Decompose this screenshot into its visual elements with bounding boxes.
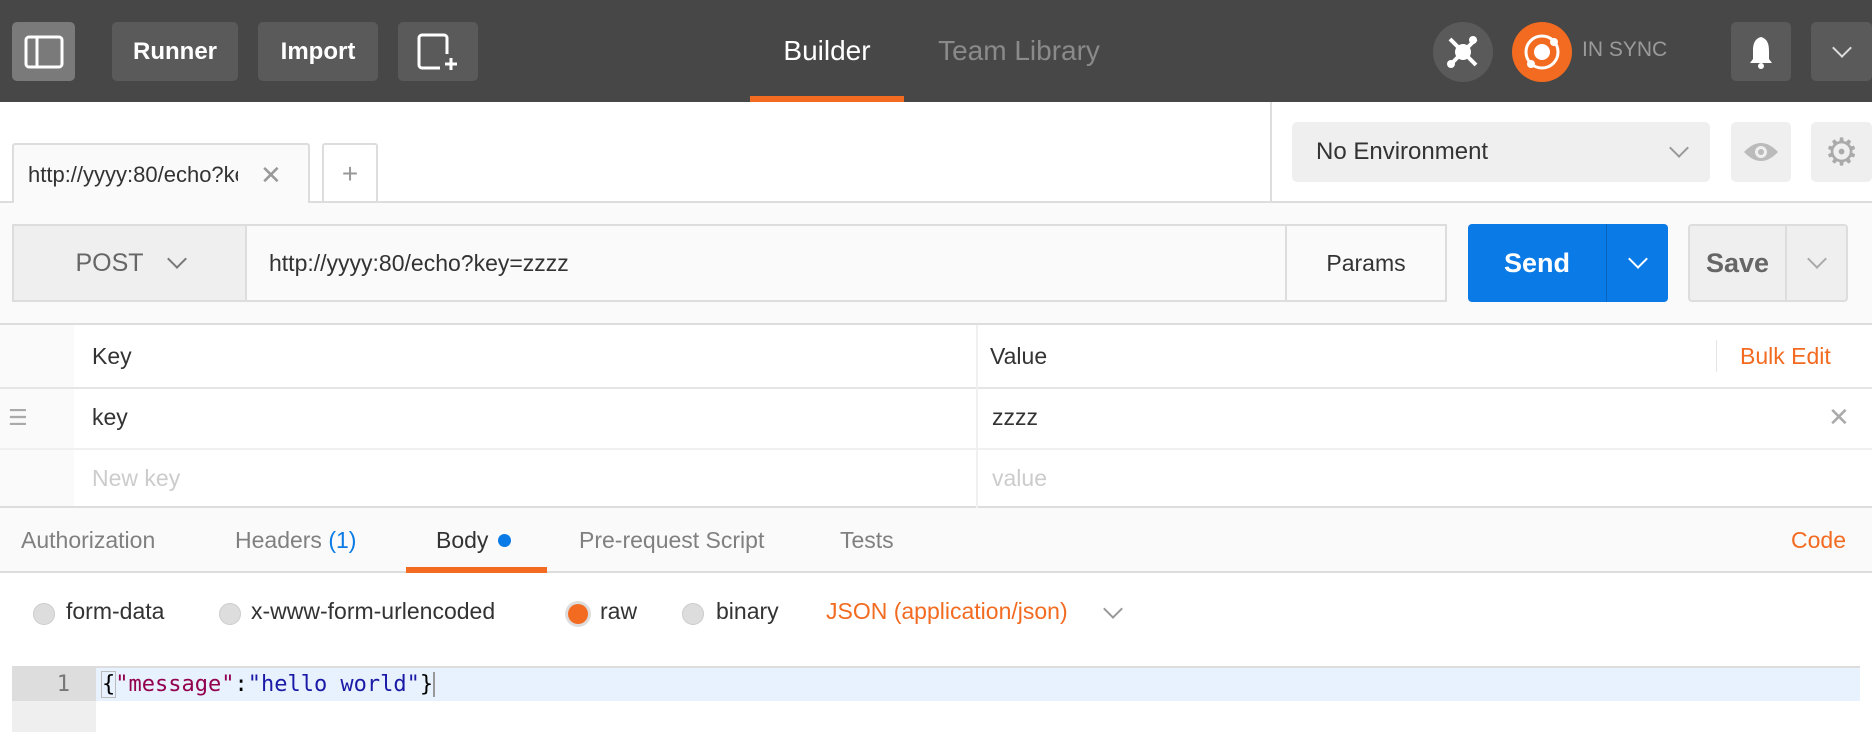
open-brace: {	[100, 671, 117, 698]
environment-quick-look-button[interactable]	[1731, 122, 1791, 182]
radio-urlencoded[interactable]	[219, 603, 241, 625]
url-input[interactable]: http://yyyy:80/echo?key=zzzz	[247, 226, 1287, 300]
tab-headers-label: Headers	[235, 527, 322, 553]
tab-authorization[interactable]: Authorization	[21, 508, 155, 573]
new-window-icon	[417, 33, 457, 70]
top-toolbar: Runner Import Builder Team Library IN SY…	[0, 0, 1872, 102]
body-editor[interactable]: 1 {"message":"hello world"}	[12, 666, 1860, 732]
divider	[0, 387, 1872, 389]
request-bar: POST http://yyyy:80/echo?key=zzzz Params…	[0, 203, 1872, 325]
params-button[interactable]: Params	[1287, 226, 1445, 300]
new-key-input[interactable]: New key	[92, 448, 180, 508]
code-link[interactable]: Code	[1791, 508, 1846, 573]
radio-binary[interactable]	[682, 603, 704, 625]
save-button-group: Save	[1688, 224, 1848, 302]
chevron-down-icon	[1669, 138, 1689, 158]
send-button[interactable]: Send	[1468, 224, 1607, 302]
runner-button[interactable]: Runner	[112, 22, 238, 81]
tab-tests[interactable]: Tests	[840, 508, 894, 573]
chevron-down-icon	[1831, 37, 1852, 58]
line-number: 1	[12, 668, 96, 701]
active-tab-indicator	[406, 567, 547, 573]
json-key: "message"	[115, 672, 235, 697]
interceptor-button[interactable]	[1433, 22, 1493, 82]
radio-raw-label[interactable]: raw	[600, 598, 637, 625]
satellite-icon	[1447, 36, 1478, 68]
sidebar-icon	[24, 35, 63, 68]
radio-form-data-label[interactable]: form-data	[66, 598, 164, 625]
save-options-button[interactable]	[1787, 249, 1846, 269]
chevron-down-icon	[166, 249, 187, 269]
url-bar: POST http://yyyy:80/echo?key=zzzz Params	[12, 224, 1447, 302]
delete-param-icon[interactable]: ✕	[1828, 387, 1850, 448]
environment-value: No Environment	[1316, 138, 1489, 165]
chevron-down-icon	[1627, 249, 1648, 269]
manage-environments-button[interactable]: ⚙	[1811, 122, 1872, 182]
param-value-input[interactable]: zzzz	[992, 387, 1038, 448]
tab-body-label: Body	[436, 527, 489, 553]
value-column-header: Value	[990, 342, 1048, 369]
method-value: POST	[75, 248, 144, 277]
close-brace: }	[419, 672, 436, 697]
chevron-down-icon	[1103, 599, 1123, 619]
json-colon: :	[234, 672, 248, 697]
save-button[interactable]: Save	[1690, 226, 1787, 300]
content-type-chevron[interactable]	[1103, 599, 1123, 621]
new-value-input[interactable]: value	[992, 448, 1047, 508]
divider	[1716, 340, 1717, 372]
body-modified-dot	[498, 534, 512, 547]
request-tab-title: http://yyyy:80/echo?kе	[28, 162, 238, 187]
divider	[1270, 102, 1272, 203]
eye-icon	[1744, 143, 1778, 161]
json-value: "hello world"	[247, 672, 420, 697]
bell-icon	[1750, 36, 1772, 69]
request-tabs-bar: http://yyyy:80/echo?kе ✕ + No Environmen…	[0, 102, 1872, 205]
param-key-input[interactable]: key	[92, 387, 128, 448]
radio-binary-label[interactable]: binary	[716, 598, 779, 625]
chevron-down-icon	[1806, 249, 1827, 269]
send-button-group: Send	[1468, 224, 1668, 302]
divider	[976, 325, 978, 508]
content-type-select[interactable]: JSON (application/json)	[826, 598, 1068, 625]
divider	[0, 448, 1872, 450]
import-button[interactable]: Import	[258, 22, 378, 81]
new-button[interactable]	[398, 22, 478, 81]
key-column-header: Key	[92, 342, 132, 369]
tab-builder[interactable]: Builder	[750, 0, 904, 102]
editor-line-1[interactable]: {"message":"hello world"}	[96, 668, 1860, 701]
tab-pre-request-script[interactable]: Pre-request Script	[579, 508, 764, 573]
gear-icon: ⚙	[1824, 131, 1859, 174]
radio-urlencoded-label[interactable]: x-www-form-urlencoded	[251, 598, 495, 625]
method-select[interactable]: POST	[14, 226, 247, 300]
sync-button[interactable]	[1512, 22, 1572, 82]
sync-icon	[1524, 34, 1560, 70]
bulk-edit-link[interactable]: Bulk Edit	[1740, 325, 1831, 387]
send-options-button[interactable]	[1607, 224, 1668, 302]
tab-team-library[interactable]: Team Library	[930, 0, 1108, 102]
headers-count-badge: (1)	[328, 527, 357, 553]
sync-status: IN SYNC	[1582, 38, 1668, 61]
sidebar-toggle-button[interactable]	[12, 22, 75, 81]
radio-raw[interactable]	[568, 604, 588, 624]
environment-select[interactable]: No Environment	[1292, 122, 1710, 182]
radio-form-data[interactable]	[33, 603, 55, 625]
request-tab[interactable]: http://yyyy:80/echo?kе ✕	[12, 143, 310, 205]
settings-menu-button[interactable]	[1811, 22, 1872, 81]
notifications-button[interactable]	[1731, 22, 1791, 81]
drag-handle-icon[interactable]: ☰	[8, 387, 28, 448]
tab-headers[interactable]: Headers (1)	[235, 508, 356, 573]
add-tab-button[interactable]: +	[322, 143, 378, 203]
tab-body[interactable]: Body	[436, 508, 512, 573]
close-tab-icon[interactable]: ✕	[260, 160, 282, 191]
